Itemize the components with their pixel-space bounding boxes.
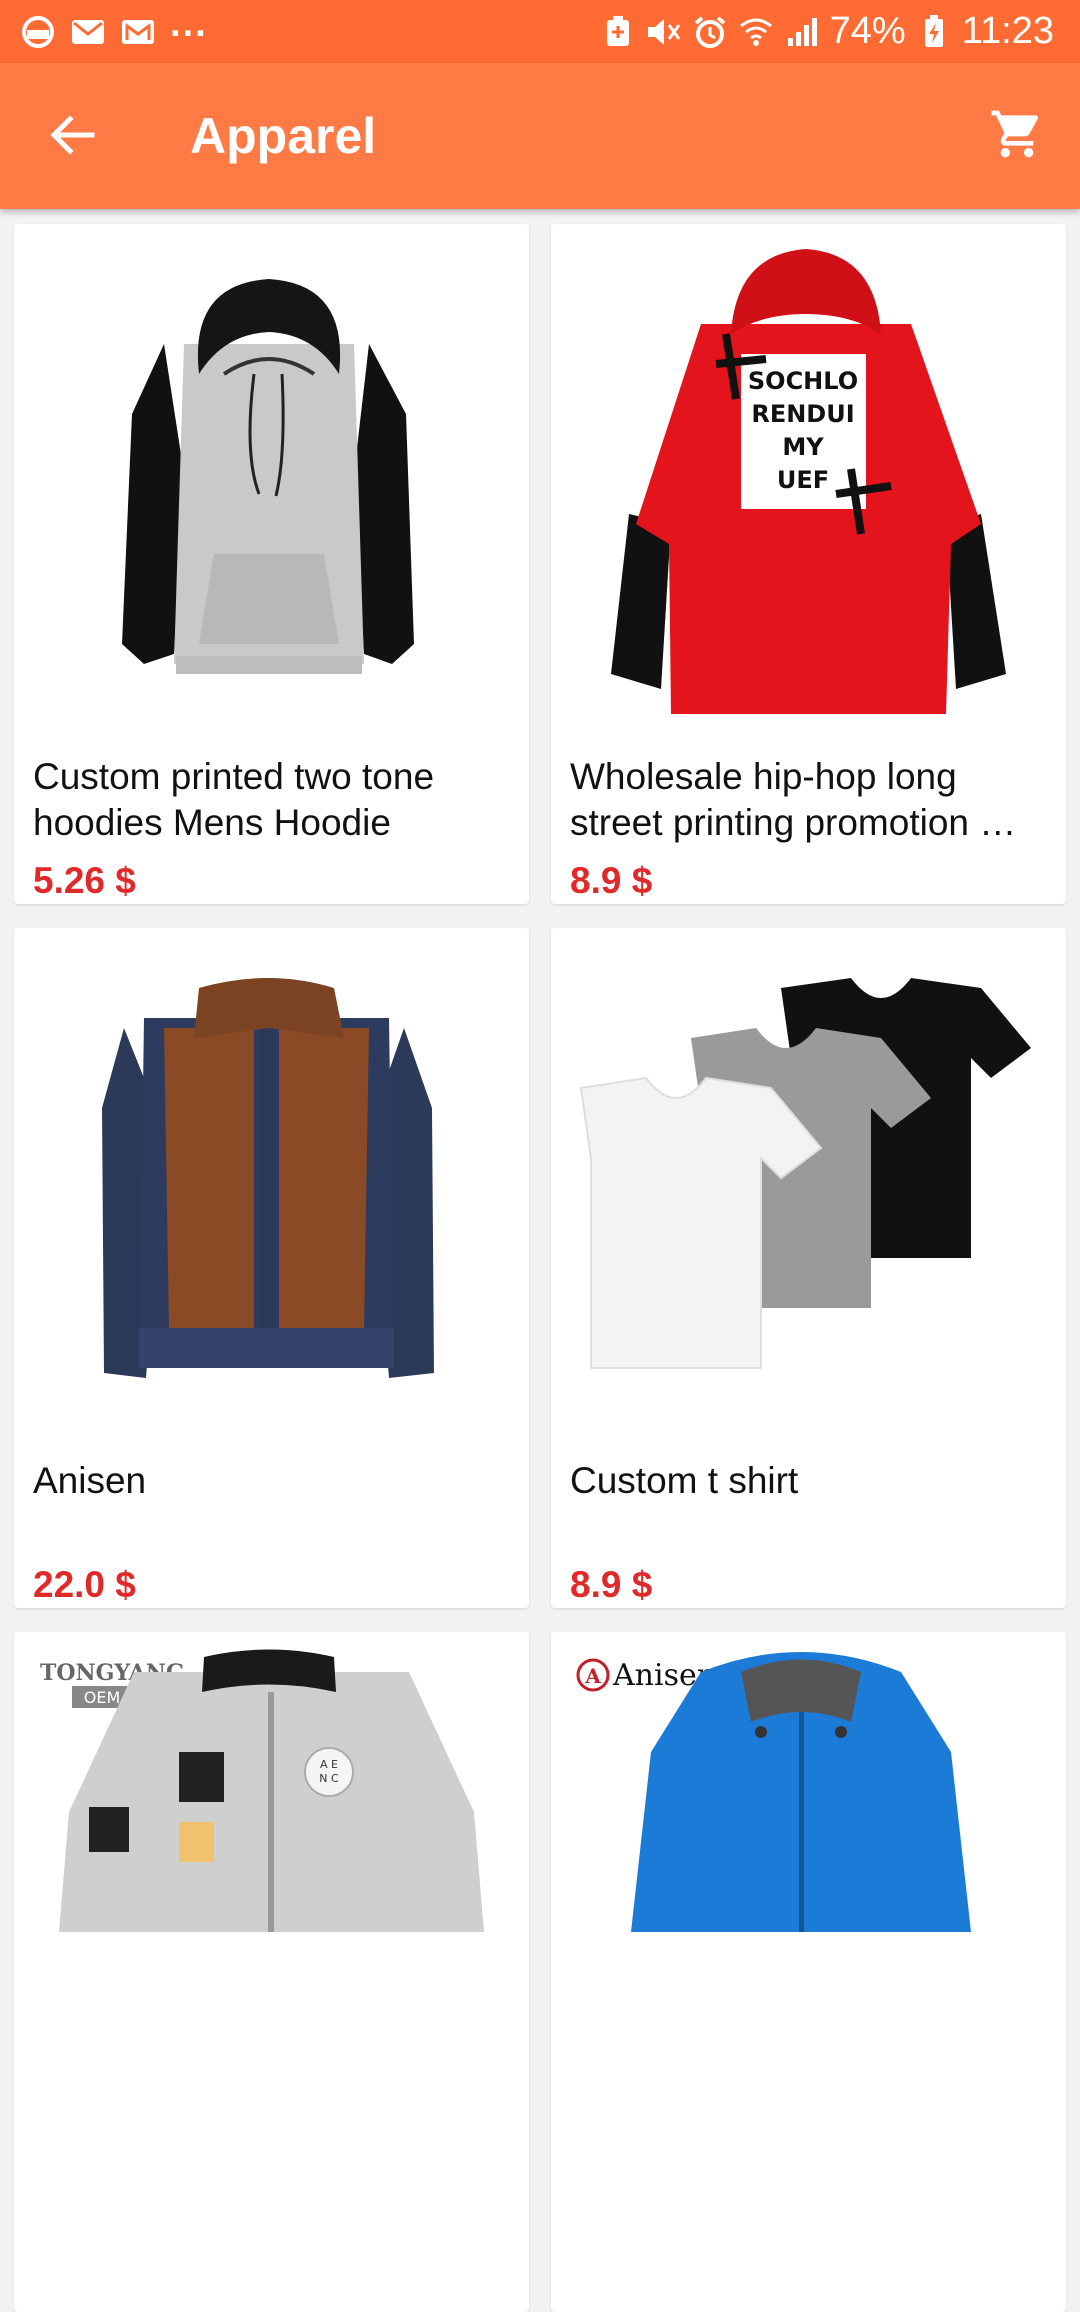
more-notifications-indicator: ... [170, 3, 208, 45]
product-name: Wholesale hip-hop long street printing p… [570, 756, 1017, 843]
product-card[interactable]: Custom printed two tone hoodies Mens Hoo… [14, 224, 529, 904]
battery-saver-icon [600, 14, 636, 50]
product-name: Custom t shirt [570, 1460, 799, 1501]
product-card[interactable]: TONGYANG OEM A E N C [14, 1632, 529, 2312]
battery-charging-icon [916, 14, 952, 50]
page-title: Apparel [190, 108, 377, 164]
product-name: Anisen [33, 1460, 147, 1501]
back-arrow-icon [48, 113, 96, 162]
wifi-icon [738, 14, 774, 50]
notification-app-icon [20, 14, 56, 50]
alarm-icon [692, 14, 728, 50]
product-image: SOCHLO RENDUI MY UEF [551, 224, 1066, 724]
clock-time: 11:23 [961, 10, 1054, 52]
product-card[interactable]: Anisen 22.0 $ [14, 928, 529, 1608]
product-image [14, 224, 529, 724]
patch-text: N C [319, 1772, 339, 1785]
product-card[interactable]: Custom t shirt 8.9 $ [551, 928, 1066, 1608]
product-image [551, 928, 1066, 1428]
print-text: UEF [777, 466, 829, 494]
cart-button[interactable] [980, 99, 1054, 173]
product-price: 22.0 $ [33, 1564, 136, 1605]
product-image [14, 928, 529, 1428]
product-price: 5.26 $ [33, 860, 136, 901]
signal-icon [784, 14, 820, 50]
status-bar: ... 74% 11:23 [0, 0, 1080, 63]
product-price: 8.9 $ [570, 860, 653, 901]
shopping-cart-icon [989, 106, 1045, 167]
brand-logo-mark: A [584, 1664, 601, 1688]
product-card[interactable]: SOCHLO RENDUI MY UEF Wholesale hip-hop l… [551, 224, 1066, 904]
product-card[interactable]: A Anisen ® [551, 1632, 1066, 2312]
patch-text: A E [320, 1758, 338, 1771]
product-price: 8.9 $ [570, 1564, 653, 1605]
print-text: SOCHLO [748, 367, 858, 395]
app-bar: Apparel [0, 63, 1080, 209]
product-image: A Anisen ® [551, 1632, 1066, 2132]
back-button[interactable] [36, 101, 108, 173]
brand-logo: OEM [84, 1688, 121, 1707]
gmail-icon [120, 14, 156, 50]
print-text: RENDUI [751, 400, 854, 428]
print-text: MY [782, 433, 824, 461]
mute-icon [646, 14, 682, 50]
mail-icon [70, 14, 106, 50]
product-image: TONGYANG OEM A E N C [14, 1632, 529, 2132]
product-name: Custom printed two tone hoodies Mens Hoo… [33, 756, 435, 843]
battery-percent: 74% [829, 10, 906, 52]
